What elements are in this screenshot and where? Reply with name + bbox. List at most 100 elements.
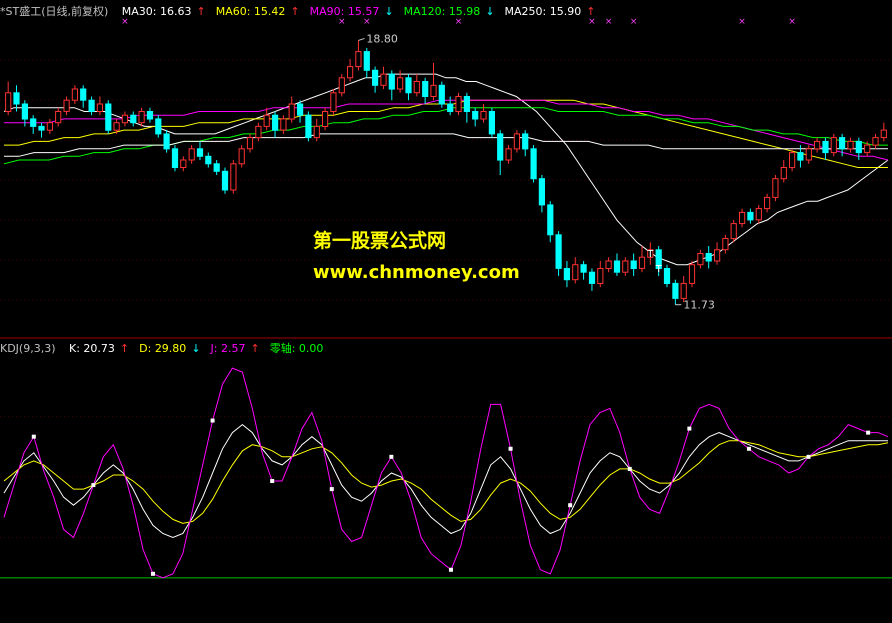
candle-body xyxy=(280,118,287,131)
candle-body xyxy=(547,204,554,236)
lower-header: KDJ(9,3,3) K: 20.73 ↑ D: 29.80 ↓ J: 2.57 ↑ 零轴:… xyxy=(0,340,331,356)
candle-body xyxy=(755,208,762,221)
upper-header-item: MA30: 16.63 xyxy=(121,5,192,18)
candle-body xyxy=(497,133,504,161)
candle-body xyxy=(563,268,570,281)
candle[interactable] xyxy=(238,145,245,168)
lower-header-item: J: 2.57 xyxy=(210,342,246,355)
candle-body xyxy=(814,140,821,150)
candle-body xyxy=(480,111,487,120)
candle-body xyxy=(113,122,120,131)
upper-header-arrow: ↑ xyxy=(290,5,300,18)
t-marker: T xyxy=(646,249,654,260)
kdj-signal-dot xyxy=(329,487,334,492)
upper-header-arrow: ↓ xyxy=(384,5,394,18)
candle[interactable] xyxy=(163,130,170,153)
candle-body xyxy=(572,264,579,281)
candle-body xyxy=(30,118,37,127)
candle-body xyxy=(313,125,320,139)
candle-body xyxy=(638,256,646,269)
candle-body xyxy=(38,125,45,131)
candle-body xyxy=(438,84,445,105)
candle-body xyxy=(96,103,104,112)
candle-body xyxy=(688,264,696,284)
candle[interactable] xyxy=(322,107,329,131)
candle-body xyxy=(138,111,145,124)
upper-header-arrow: ↑ xyxy=(586,5,596,18)
candle-body xyxy=(422,81,429,97)
candle[interactable] xyxy=(221,167,229,194)
candle[interactable] xyxy=(688,260,696,288)
candle[interactable] xyxy=(772,175,779,202)
marker-x: × xyxy=(630,17,638,27)
candle[interactable] xyxy=(830,133,837,157)
candle[interactable] xyxy=(438,81,445,108)
upper-header-item: MA250: 15.90 xyxy=(504,5,582,18)
candle-body xyxy=(213,163,220,172)
candle[interactable] xyxy=(530,145,537,183)
candle-body xyxy=(597,268,604,284)
stock-chart[interactable]: × × × × × × × × × 18.8011.73TT xyxy=(0,0,892,623)
high-label: 18.80 xyxy=(366,32,398,45)
upper-header-arrow: ↓ xyxy=(485,5,495,18)
candle-body xyxy=(789,152,796,169)
candle-body xyxy=(105,103,112,131)
candle-body xyxy=(772,178,779,198)
upper-header-item: MA120: 15.98 xyxy=(403,5,481,18)
candle-body xyxy=(238,148,245,165)
candle[interactable] xyxy=(230,160,237,194)
marker-x: × xyxy=(605,17,613,27)
candle[interactable] xyxy=(330,89,337,116)
candle-body xyxy=(413,81,420,94)
candle[interactable] xyxy=(305,111,312,142)
candle-body xyxy=(488,111,495,135)
candle-body xyxy=(730,223,737,240)
candle-body xyxy=(21,103,28,120)
candle[interactable] xyxy=(513,130,520,153)
candle-body xyxy=(472,111,479,120)
candle-body xyxy=(513,133,520,150)
candle[interactable] xyxy=(455,92,462,116)
lower-header-item: D: 29.80 xyxy=(139,342,187,355)
candle-body xyxy=(555,234,562,269)
candle-body xyxy=(872,137,879,146)
candle-body xyxy=(864,144,871,154)
candle[interactable] xyxy=(105,100,112,134)
candle-body xyxy=(680,282,687,299)
upper-header-arrow: ↑ xyxy=(196,5,206,18)
upper-header: *ST盛工(日线,前复权) MA30: 16.63 ↑ MA60: 15.42 ↑ MA… xyxy=(0,3,603,19)
candle-body xyxy=(739,211,746,225)
candle[interactable] xyxy=(338,74,345,97)
candle[interactable] xyxy=(155,115,162,138)
candle-body xyxy=(297,103,304,116)
kdj-signal-dot xyxy=(389,454,394,459)
candle-body xyxy=(447,103,454,112)
candle-body xyxy=(63,99,70,112)
kdj-signal-dot xyxy=(448,567,453,572)
lower-header-item: 零轴: 0.00 xyxy=(269,342,324,355)
candle-body xyxy=(405,77,412,94)
marker-x: × xyxy=(738,17,746,27)
candle-body xyxy=(330,92,337,113)
candle-body xyxy=(630,260,637,269)
upper-header-item: MA60: 15.42 xyxy=(215,5,286,18)
candle[interactable] xyxy=(789,148,796,172)
candle-body xyxy=(246,137,254,150)
candle-body xyxy=(188,148,195,161)
kdj-signal-dot xyxy=(210,418,215,423)
candle-body xyxy=(205,155,212,165)
candle-body xyxy=(455,96,462,112)
candle[interactable] xyxy=(171,145,179,172)
candle-body xyxy=(522,133,529,150)
candle[interactable] xyxy=(488,107,495,138)
candle-body xyxy=(5,92,12,113)
candle-body xyxy=(397,77,404,90)
candle-body xyxy=(155,118,162,135)
kdj-signal-dot xyxy=(866,430,871,435)
kdj-signal-dot xyxy=(270,479,275,484)
candle-body xyxy=(764,196,771,210)
candle[interactable] xyxy=(730,219,737,243)
candle-body xyxy=(663,268,671,284)
candle[interactable] xyxy=(663,264,671,288)
kdj-signal-dot xyxy=(746,446,751,451)
